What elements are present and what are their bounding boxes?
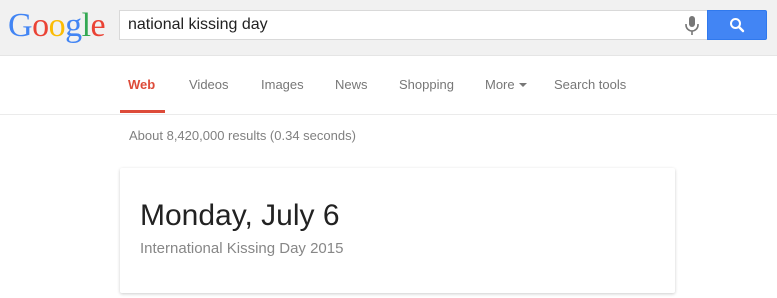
tab-more[interactable]: More [485, 77, 527, 93]
tab-shopping[interactable]: Shopping [399, 77, 454, 93]
tab-images[interactable]: Images [261, 77, 304, 93]
answer-date: Monday, July 6 [140, 199, 340, 232]
logo-letter: o [48, 7, 66, 44]
logo-letter: G [8, 7, 33, 44]
search-tools-button[interactable]: Search tools [554, 77, 626, 93]
tab-videos[interactable]: Videos [189, 77, 229, 93]
result-stats: About 8,420,000 results (0.34 seconds) [129, 128, 356, 143]
tab-web[interactable]: Web [128, 77, 155, 93]
logo-letter: o [32, 7, 49, 44]
google-logo[interactable]: Google [8, 6, 106, 46]
search-header: Google [0, 0, 777, 56]
search-tabs: Web Videos Images News Shopping More Sea… [0, 56, 777, 115]
logo-letter: g [65, 7, 82, 44]
answer-card: Monday, July 6 International Kissing Day… [120, 168, 675, 293]
caret-down-icon [518, 82, 527, 87]
logo-letter: l [81, 7, 91, 44]
search-button[interactable] [707, 10, 767, 40]
search-input[interactable] [128, 14, 668, 36]
active-tab-indicator [120, 110, 165, 113]
search-box[interactable] [119, 10, 707, 40]
microphone-icon[interactable] [683, 15, 701, 37]
search-icon [730, 18, 745, 33]
answer-subtitle: International Kissing Day 2015 [140, 240, 344, 257]
tab-news[interactable]: News [335, 77, 368, 93]
tab-more-label: More [485, 77, 515, 92]
logo-letter: e [90, 7, 106, 44]
